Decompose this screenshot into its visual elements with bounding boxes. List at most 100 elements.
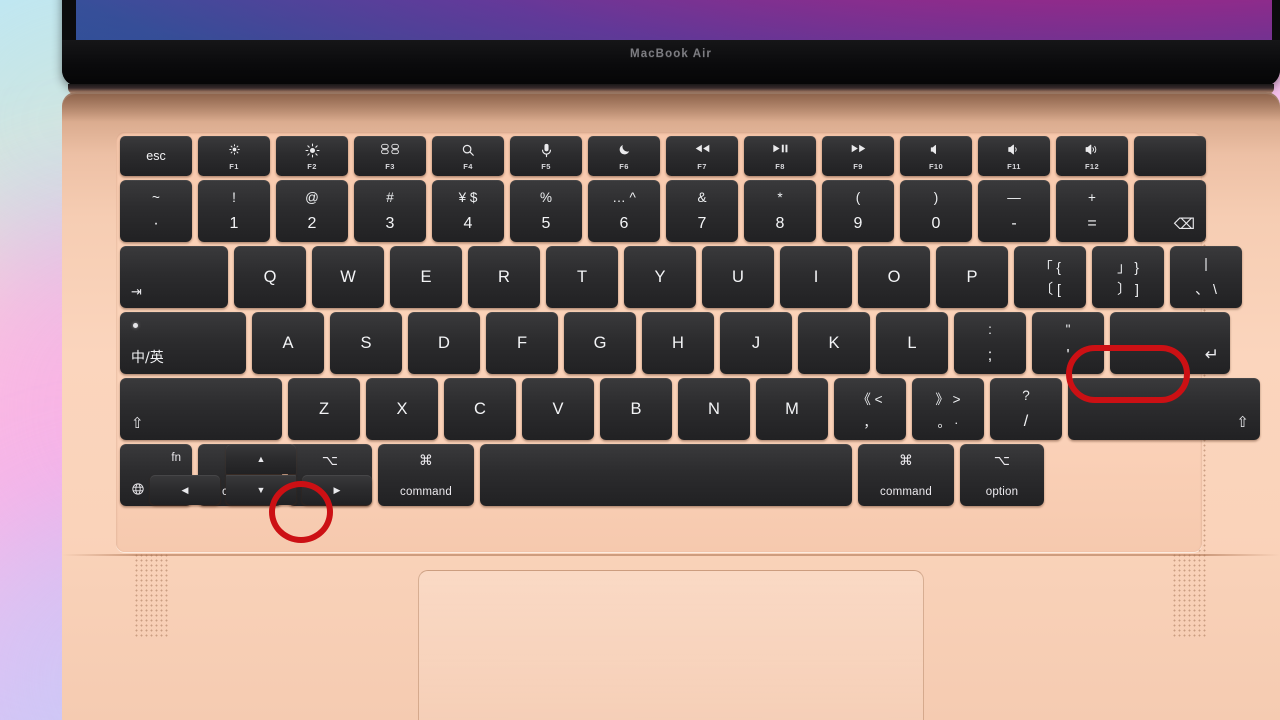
key-8[interactable]: * 8	[744, 180, 816, 242]
key-1[interactable]: ! 1	[198, 180, 270, 242]
key-shift-left[interactable]: ⇧	[120, 378, 282, 440]
command-icon: ⌘	[419, 452, 433, 468]
globe-icon	[131, 482, 145, 499]
key-a[interactable]: A	[252, 312, 324, 374]
volume-mute-icon	[900, 143, 972, 158]
key-delete[interactable]: ⌫	[1134, 180, 1206, 242]
key-4[interactable]: ¥ $ 4	[432, 180, 504, 242]
key-quote[interactable]: " '	[1032, 312, 1104, 374]
key-esc[interactable]: esc	[120, 136, 192, 176]
key-backslash[interactable]: | 、 \	[1170, 246, 1242, 308]
key-caps-lock[interactable]: 中/英	[120, 312, 246, 374]
do-not-disturb-moon-icon	[588, 143, 660, 158]
key-i[interactable]: I	[780, 246, 852, 308]
key-7-top: &	[697, 190, 707, 205]
key-y[interactable]: Y	[624, 246, 696, 308]
key-j[interactable]: J	[720, 312, 792, 374]
key-tab[interactable]: ⇥	[120, 246, 228, 308]
key-q[interactable]: Q	[234, 246, 306, 308]
key-7[interactable]: & 7	[666, 180, 738, 242]
key-9[interactable]: ( 9	[822, 180, 894, 242]
key-2[interactable]: @ 2	[276, 180, 348, 242]
key-f11-label: F11	[1007, 162, 1021, 171]
key-s[interactable]: S	[330, 312, 402, 374]
key-command-right[interactable]: ⌘ command	[858, 444, 954, 506]
key-f[interactable]: F	[486, 312, 558, 374]
key-v[interactable]: V	[522, 378, 594, 440]
key-space[interactable]	[480, 444, 852, 506]
key-8-top: *	[777, 190, 783, 205]
key-f8[interactable]: F8	[744, 136, 816, 176]
key-arrow-down[interactable]: ▼	[226, 475, 296, 505]
key-o[interactable]: O	[858, 246, 930, 308]
key-h[interactable]: H	[642, 312, 714, 374]
key-equals-bottom: =	[1087, 215, 1097, 232]
key-slash[interactable]: ? /	[990, 378, 1062, 440]
key-f1[interactable]: F1	[198, 136, 270, 176]
key-return[interactable]: ↵	[1110, 312, 1230, 374]
key-comma[interactable]: 《 < ，	[834, 378, 906, 440]
key-l[interactable]: L	[876, 312, 948, 374]
key-command-left[interactable]: ⌘ command	[378, 444, 474, 506]
key-5[interactable]: % 5	[510, 180, 582, 242]
key-m[interactable]: M	[756, 378, 828, 440]
key-3[interactable]: # 3	[354, 180, 426, 242]
key-arrow-left[interactable]: ◀	[150, 475, 220, 505]
key-period-bottom: 。 ·	[937, 415, 959, 430]
key-minus[interactable]: — -	[978, 180, 1050, 242]
key-semicolon[interactable]: : ;	[954, 312, 1026, 374]
command-icon-right: ⌘	[899, 452, 913, 468]
key-0-top: )	[933, 190, 939, 205]
key-bracket-right-top: 」 }	[1117, 260, 1139, 275]
key-f3[interactable]: F3	[354, 136, 426, 176]
key-f9[interactable]: F9	[822, 136, 894, 176]
key-1-bottom: 1	[229, 215, 239, 232]
key-z[interactable]: Z	[288, 378, 360, 440]
key-f10[interactable]: F10	[900, 136, 972, 176]
key-k[interactable]: K	[798, 312, 870, 374]
key-7-bottom: 7	[697, 215, 707, 232]
key-e[interactable]: E	[390, 246, 462, 308]
key-arrow-up[interactable]: ▲	[226, 444, 296, 474]
key-f11[interactable]: F11	[978, 136, 1050, 176]
key-0[interactable]: ) 0	[900, 180, 972, 242]
key-6[interactable]: … ^ 6	[588, 180, 660, 242]
key-p[interactable]: P	[936, 246, 1008, 308]
key-t[interactable]: T	[546, 246, 618, 308]
key-shift-right[interactable]: ⇧	[1068, 378, 1260, 440]
key-f5[interactable]: F5	[510, 136, 582, 176]
trackpad[interactable]	[418, 570, 924, 720]
key-bracket-right[interactable]: 」 } 〕 ]	[1092, 246, 1164, 308]
key-b[interactable]: B	[600, 378, 672, 440]
key-touch-id-power[interactable]	[1134, 136, 1206, 176]
key-equals[interactable]: + =	[1056, 180, 1128, 242]
key-backslash-bottom: 、 \	[1195, 281, 1217, 297]
key-semicolon-bottom: ;	[987, 347, 993, 364]
key-backtick[interactable]: ~ ·	[120, 180, 192, 242]
key-f6[interactable]: F6	[588, 136, 660, 176]
key-w-label: W	[340, 267, 356, 286]
key-f2[interactable]: F2	[276, 136, 348, 176]
key-f9-label: F9	[853, 162, 863, 171]
key-x[interactable]: X	[366, 378, 438, 440]
key-g[interactable]: G	[564, 312, 636, 374]
key-bracket-left[interactable]: 「 { 〔 [	[1014, 246, 1086, 308]
key-r[interactable]: R	[468, 246, 540, 308]
key-quote-top: "	[1065, 322, 1071, 337]
key-n[interactable]: N	[678, 378, 750, 440]
key-d[interactable]: D	[408, 312, 480, 374]
key-f7[interactable]: F7	[666, 136, 738, 176]
key-u[interactable]: U	[702, 246, 774, 308]
key-f12[interactable]: F12	[1056, 136, 1128, 176]
key-9-bottom: 9	[853, 215, 863, 232]
key-f4[interactable]: F4	[432, 136, 504, 176]
key-esc-label: esc	[146, 149, 166, 163]
key-comma-bottom: ，	[863, 415, 877, 430]
key-3-top: #	[386, 190, 394, 205]
key-arrow-right[interactable]: ▶	[302, 475, 372, 505]
key-period[interactable]: 》 > 。 ·	[912, 378, 984, 440]
rewind-icon	[666, 143, 738, 156]
key-c[interactable]: C	[444, 378, 516, 440]
key-option-right[interactable]: ⌥ option	[960, 444, 1044, 506]
key-w[interactable]: W	[312, 246, 384, 308]
